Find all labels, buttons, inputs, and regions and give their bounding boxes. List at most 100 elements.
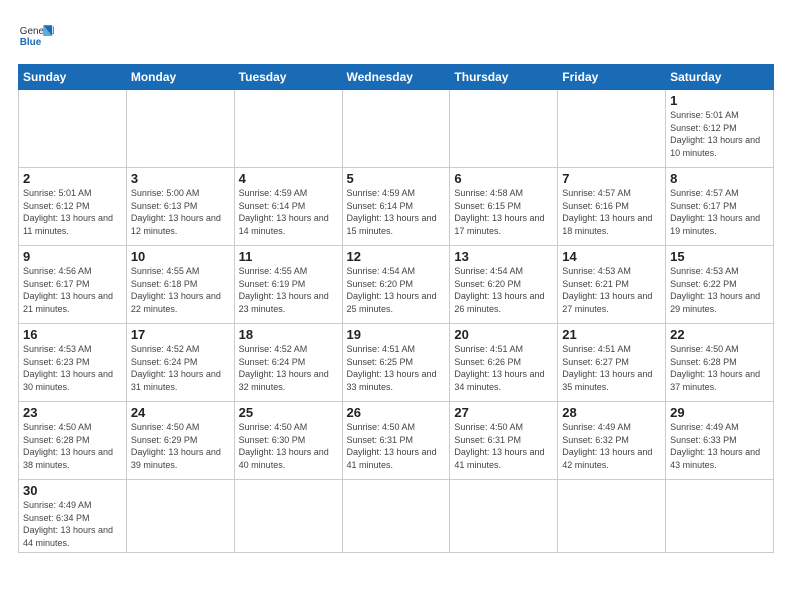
day-number: 28 [562,405,661,420]
day-number: 27 [454,405,553,420]
calendar-cell [558,90,666,168]
calendar-week-row: 30Sunrise: 4:49 AM Sunset: 6:34 PM Dayli… [19,480,774,553]
day-number: 22 [670,327,769,342]
day-number: 11 [239,249,338,264]
day-number: 12 [347,249,446,264]
svg-text:Blue: Blue [20,37,42,48]
calendar-cell: 26Sunrise: 4:50 AM Sunset: 6:31 PM Dayli… [342,402,450,480]
day-number: 9 [23,249,122,264]
header: General Blue [18,18,774,54]
day-header-monday: Monday [126,65,234,90]
calendar-cell: 4Sunrise: 4:59 AM Sunset: 6:14 PM Daylig… [234,168,342,246]
day-number: 3 [131,171,230,186]
day-info: Sunrise: 5:00 AM Sunset: 6:13 PM Dayligh… [131,187,230,237]
day-number: 15 [670,249,769,264]
day-info: Sunrise: 4:51 AM Sunset: 6:26 PM Dayligh… [454,343,553,393]
day-info: Sunrise: 4:57 AM Sunset: 6:17 PM Dayligh… [670,187,769,237]
calendar-cell: 21Sunrise: 4:51 AM Sunset: 6:27 PM Dayli… [558,324,666,402]
calendar-cell: 7Sunrise: 4:57 AM Sunset: 6:16 PM Daylig… [558,168,666,246]
day-info: Sunrise: 4:53 AM Sunset: 6:23 PM Dayligh… [23,343,122,393]
calendar-cell: 22Sunrise: 4:50 AM Sunset: 6:28 PM Dayli… [666,324,774,402]
calendar-cell: 12Sunrise: 4:54 AM Sunset: 6:20 PM Dayli… [342,246,450,324]
calendar-week-row: 2Sunrise: 5:01 AM Sunset: 6:12 PM Daylig… [19,168,774,246]
day-info: Sunrise: 4:51 AM Sunset: 6:25 PM Dayligh… [347,343,446,393]
day-number: 16 [23,327,122,342]
calendar-cell: 1Sunrise: 5:01 AM Sunset: 6:12 PM Daylig… [666,90,774,168]
calendar-cell: 15Sunrise: 4:53 AM Sunset: 6:22 PM Dayli… [666,246,774,324]
calendar-cell [666,480,774,553]
day-number: 4 [239,171,338,186]
calendar-cell: 11Sunrise: 4:55 AM Sunset: 6:19 PM Dayli… [234,246,342,324]
calendar-cell: 30Sunrise: 4:49 AM Sunset: 6:34 PM Dayli… [19,480,127,553]
calendar-cell: 24Sunrise: 4:50 AM Sunset: 6:29 PM Dayli… [126,402,234,480]
calendar-cell: 20Sunrise: 4:51 AM Sunset: 6:26 PM Dayli… [450,324,558,402]
day-number: 25 [239,405,338,420]
day-number: 2 [23,171,122,186]
day-info: Sunrise: 4:50 AM Sunset: 6:28 PM Dayligh… [670,343,769,393]
day-number: 19 [347,327,446,342]
calendar-cell: 27Sunrise: 4:50 AM Sunset: 6:31 PM Dayli… [450,402,558,480]
day-number: 24 [131,405,230,420]
calendar-cell [234,480,342,553]
day-info: Sunrise: 4:50 AM Sunset: 6:30 PM Dayligh… [239,421,338,471]
day-header-friday: Friday [558,65,666,90]
day-info: Sunrise: 4:54 AM Sunset: 6:20 PM Dayligh… [454,265,553,315]
day-header-sunday: Sunday [19,65,127,90]
day-number: 10 [131,249,230,264]
calendar-cell: 13Sunrise: 4:54 AM Sunset: 6:20 PM Dayli… [450,246,558,324]
days-header-row: SundayMondayTuesdayWednesdayThursdayFrid… [19,65,774,90]
day-info: Sunrise: 4:50 AM Sunset: 6:31 PM Dayligh… [347,421,446,471]
day-info: Sunrise: 5:01 AM Sunset: 6:12 PM Dayligh… [23,187,122,237]
calendar-week-row: 1Sunrise: 5:01 AM Sunset: 6:12 PM Daylig… [19,90,774,168]
calendar-cell [342,90,450,168]
day-number: 21 [562,327,661,342]
day-info: Sunrise: 4:58 AM Sunset: 6:15 PM Dayligh… [454,187,553,237]
day-info: Sunrise: 4:50 AM Sunset: 6:28 PM Dayligh… [23,421,122,471]
day-header-tuesday: Tuesday [234,65,342,90]
day-number: 5 [347,171,446,186]
calendar-cell: 23Sunrise: 4:50 AM Sunset: 6:28 PM Dayli… [19,402,127,480]
day-info: Sunrise: 4:52 AM Sunset: 6:24 PM Dayligh… [239,343,338,393]
calendar-cell: 14Sunrise: 4:53 AM Sunset: 6:21 PM Dayli… [558,246,666,324]
calendar-table: SundayMondayTuesdayWednesdayThursdayFrid… [18,64,774,553]
day-info: Sunrise: 4:55 AM Sunset: 6:19 PM Dayligh… [239,265,338,315]
day-info: Sunrise: 4:50 AM Sunset: 6:29 PM Dayligh… [131,421,230,471]
calendar-cell: 17Sunrise: 4:52 AM Sunset: 6:24 PM Dayli… [126,324,234,402]
day-info: Sunrise: 4:50 AM Sunset: 6:31 PM Dayligh… [454,421,553,471]
day-number: 17 [131,327,230,342]
calendar-cell: 16Sunrise: 4:53 AM Sunset: 6:23 PM Dayli… [19,324,127,402]
day-info: Sunrise: 5:01 AM Sunset: 6:12 PM Dayligh… [670,109,769,159]
day-header-saturday: Saturday [666,65,774,90]
calendar-week-row: 9Sunrise: 4:56 AM Sunset: 6:17 PM Daylig… [19,246,774,324]
day-number: 14 [562,249,661,264]
day-number: 20 [454,327,553,342]
day-info: Sunrise: 4:49 AM Sunset: 6:33 PM Dayligh… [670,421,769,471]
calendar-cell: 2Sunrise: 5:01 AM Sunset: 6:12 PM Daylig… [19,168,127,246]
calendar-cell: 10Sunrise: 4:55 AM Sunset: 6:18 PM Dayli… [126,246,234,324]
day-info: Sunrise: 4:53 AM Sunset: 6:22 PM Dayligh… [670,265,769,315]
day-number: 7 [562,171,661,186]
calendar-cell: 6Sunrise: 4:58 AM Sunset: 6:15 PM Daylig… [450,168,558,246]
day-info: Sunrise: 4:49 AM Sunset: 6:34 PM Dayligh… [23,499,122,549]
day-number: 26 [347,405,446,420]
calendar-cell [558,480,666,553]
calendar-cell: 9Sunrise: 4:56 AM Sunset: 6:17 PM Daylig… [19,246,127,324]
calendar-cell [342,480,450,553]
calendar-cell: 25Sunrise: 4:50 AM Sunset: 6:30 PM Dayli… [234,402,342,480]
calendar-cell: 28Sunrise: 4:49 AM Sunset: 6:32 PM Dayli… [558,402,666,480]
day-info: Sunrise: 4:49 AM Sunset: 6:32 PM Dayligh… [562,421,661,471]
calendar-cell [19,90,127,168]
logo: General Blue [18,18,54,54]
calendar-cell: 29Sunrise: 4:49 AM Sunset: 6:33 PM Dayli… [666,402,774,480]
day-header-thursday: Thursday [450,65,558,90]
day-info: Sunrise: 4:52 AM Sunset: 6:24 PM Dayligh… [131,343,230,393]
day-number: 13 [454,249,553,264]
calendar-cell: 8Sunrise: 4:57 AM Sunset: 6:17 PM Daylig… [666,168,774,246]
day-info: Sunrise: 4:56 AM Sunset: 6:17 PM Dayligh… [23,265,122,315]
day-info: Sunrise: 4:51 AM Sunset: 6:27 PM Dayligh… [562,343,661,393]
calendar-cell [234,90,342,168]
day-number: 29 [670,405,769,420]
calendar-week-row: 16Sunrise: 4:53 AM Sunset: 6:23 PM Dayli… [19,324,774,402]
calendar-cell [126,480,234,553]
day-info: Sunrise: 4:55 AM Sunset: 6:18 PM Dayligh… [131,265,230,315]
